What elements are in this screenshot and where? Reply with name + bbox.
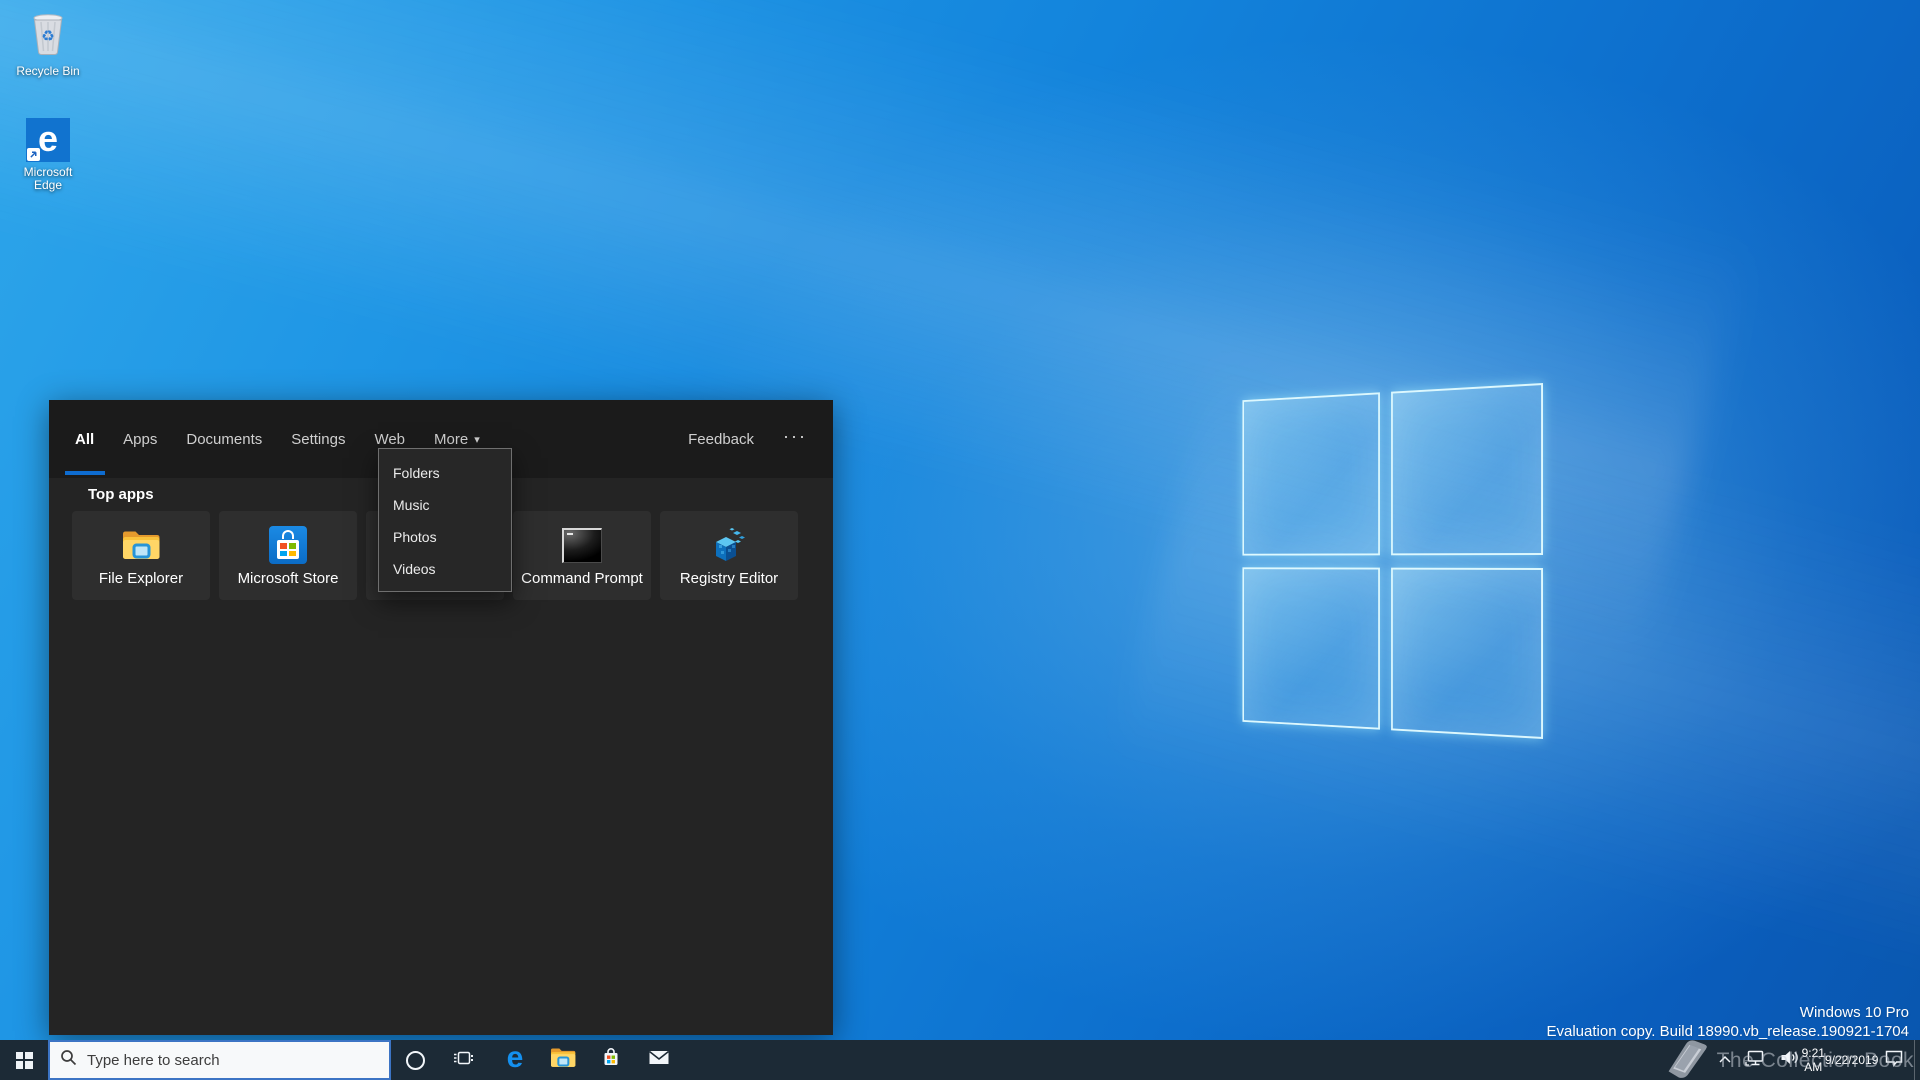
task-view-icon [451, 1049, 475, 1072]
svg-text:♻: ♻ [41, 27, 54, 45]
network-button[interactable] [1738, 1040, 1772, 1080]
logo-pane [1242, 392, 1379, 555]
registry-editor-icon [708, 524, 750, 566]
speaker-icon [1779, 1049, 1800, 1071]
desktop-icon-recycle-bin[interactable]: ♻ Recycle Bin [8, 8, 88, 78]
tile-registry-editor[interactable]: Registry Editor [660, 511, 798, 600]
cortana-button[interactable] [391, 1040, 439, 1080]
taskbar-mail-button[interactable] [635, 1040, 683, 1080]
tile-command-prompt[interactable]: Command Prompt [513, 511, 651, 600]
desktop-icon-label: Microsoft Edge [15, 166, 81, 192]
system-tray: 9:21 AM 9/22/2019 [1712, 1040, 1920, 1080]
taskbar: e [0, 1040, 1920, 1080]
tab-apps[interactable]: Apps [123, 400, 157, 478]
evaluation-watermark: Windows 10 Pro Evaluation copy. Build 18… [1547, 1003, 1910, 1041]
mail-icon [648, 1049, 670, 1071]
clock[interactable]: 9:21 AM 9/22/2019 [1806, 1040, 1874, 1080]
edge-icon: e [26, 118, 70, 162]
task-view-button[interactable] [439, 1040, 487, 1080]
feedback-button[interactable]: Feedback [688, 400, 754, 478]
tray-overflow-button[interactable] [1712, 1040, 1738, 1080]
menu-item-videos[interactable]: Videos [379, 553, 511, 585]
tile-microsoft-store[interactable]: Microsoft Store [219, 511, 357, 600]
recycle-bin-icon: ♻ [28, 8, 68, 61]
microsoft-store-icon [269, 524, 307, 566]
taskbar-store-button[interactable] [587, 1040, 635, 1080]
more-dropdown-menu: Folders Music Photos Videos [378, 448, 512, 592]
logo-pane [1242, 567, 1379, 730]
command-prompt-icon [562, 524, 602, 566]
tab-documents[interactable]: Documents [186, 400, 262, 478]
search-icon [60, 1049, 77, 1071]
logo-pane [1391, 567, 1543, 739]
tile-file-explorer[interactable]: File Explorer [72, 511, 210, 600]
tray-date: 9/22/2019 [1825, 1053, 1878, 1067]
start-button[interactable] [0, 1040, 48, 1080]
tab-settings[interactable]: Settings [291, 400, 345, 478]
action-center-icon [1884, 1049, 1904, 1072]
show-desktop-button[interactable] [1914, 1040, 1920, 1080]
edge-icon: e [507, 1043, 524, 1073]
search-input[interactable] [87, 1052, 379, 1069]
windows-logo-wallpaper [1242, 383, 1543, 739]
taskbar-file-explorer-button[interactable] [539, 1040, 587, 1080]
microsoft-store-icon [600, 1047, 622, 1073]
logo-pane [1391, 383, 1543, 555]
windows-logo-icon [16, 1052, 33, 1069]
desktop-icon-label: Recycle Bin [16, 65, 79, 78]
top-apps-heading: Top apps [88, 486, 154, 503]
more-options-icon[interactable]: ··· [783, 426, 807, 453]
chevron-down-icon: ▾ [474, 433, 480, 446]
menu-item-folders[interactable]: Folders [379, 457, 511, 489]
chevron-up-icon [1718, 1051, 1732, 1069]
action-center-button[interactable] [1874, 1040, 1914, 1080]
menu-item-photos[interactable]: Photos [379, 521, 511, 553]
shortcut-arrow-icon [27, 148, 40, 161]
taskbar-search-box[interactable] [48, 1040, 391, 1080]
menu-item-music[interactable]: Music [379, 489, 511, 521]
file-explorer-icon [549, 1046, 577, 1074]
taskbar-edge-button[interactable]: e [491, 1040, 539, 1080]
network-icon [1744, 1049, 1766, 1072]
cortana-icon [406, 1051, 425, 1070]
file-explorer-icon [120, 524, 162, 566]
desktop-icon-microsoft-edge[interactable]: e Microsoft Edge [8, 118, 88, 192]
tray-time: 9:21 AM [1802, 1046, 1825, 1074]
tab-all[interactable]: All [75, 400, 94, 478]
start-search-panel: All Apps Documents Settings Web More ▾ F… [49, 400, 833, 1035]
